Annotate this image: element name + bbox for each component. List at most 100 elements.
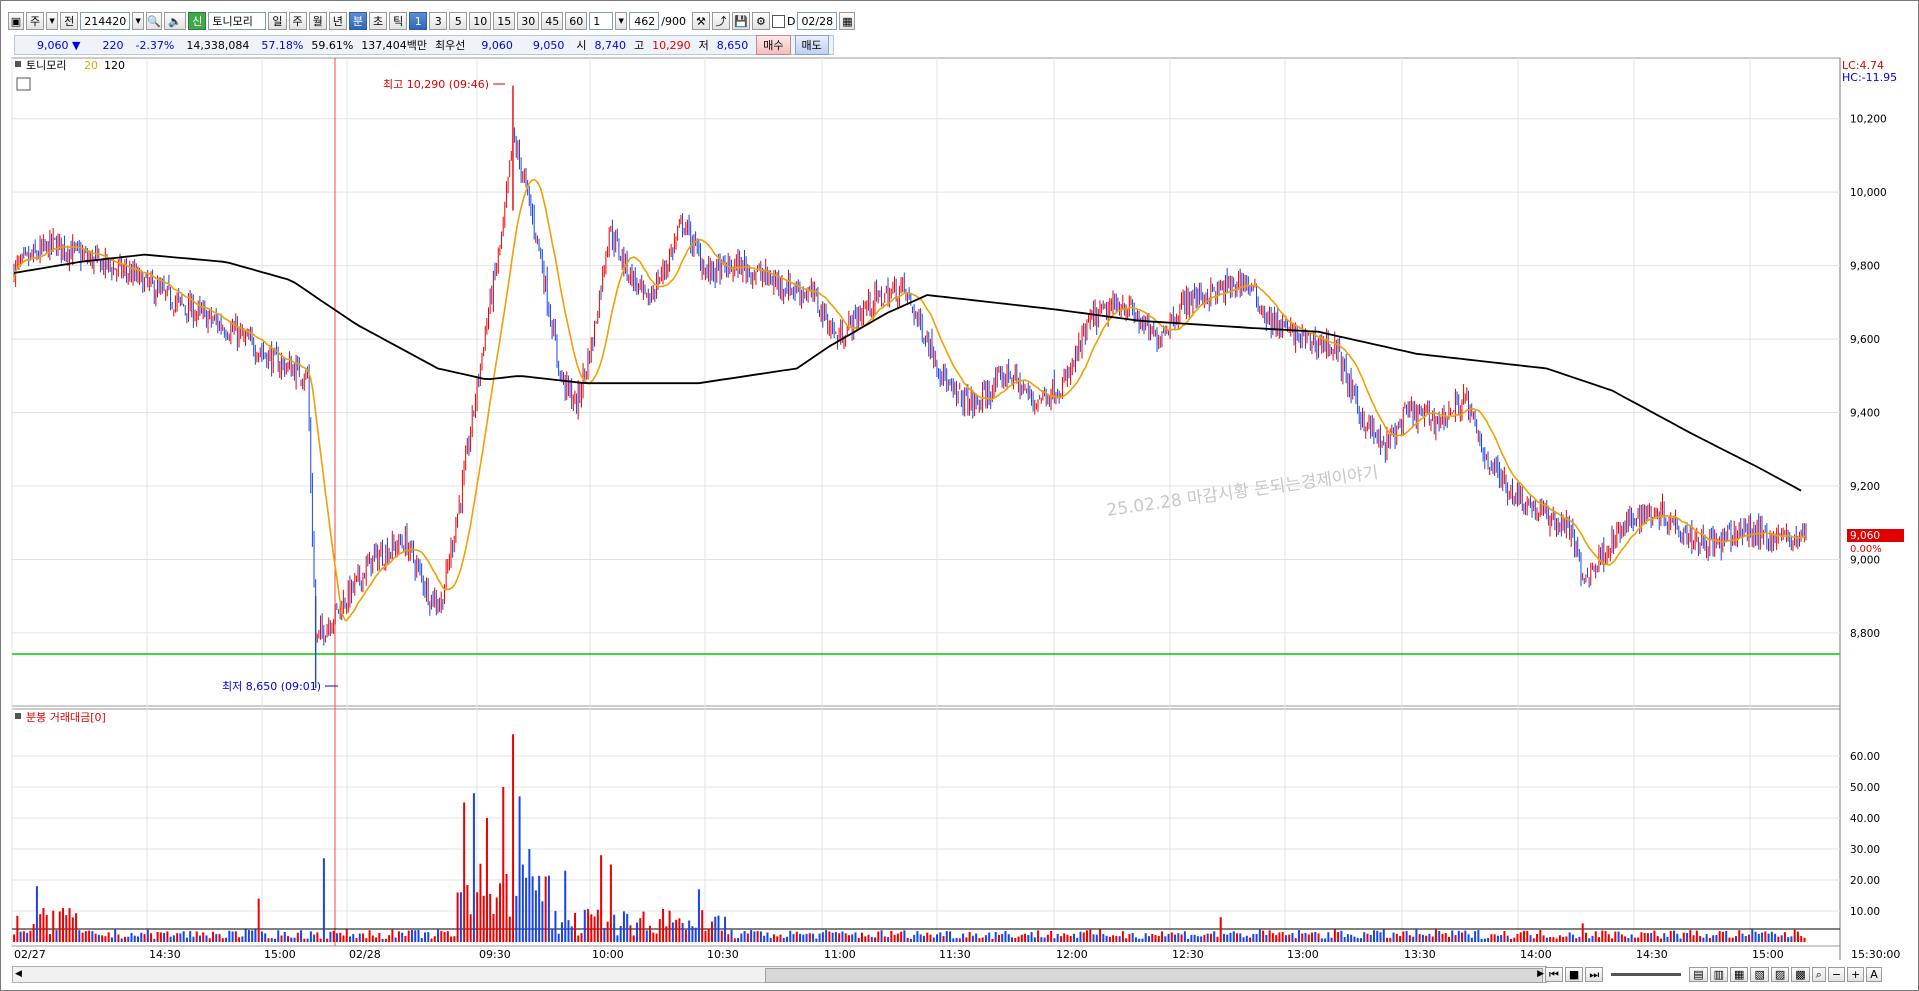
volume-bar — [499, 883, 502, 942]
volume-bar — [834, 931, 837, 942]
volume-bar — [1004, 931, 1007, 942]
panel-menu-icon[interactable] — [15, 713, 21, 719]
volume-bar — [1099, 929, 1102, 942]
font-icon[interactable]: A — [1866, 967, 1882, 982]
volume-bar — [1092, 934, 1095, 942]
stop-icon[interactable]: ■ — [1564, 967, 1584, 982]
volume-bar — [1222, 933, 1225, 942]
volume-bar — [508, 916, 511, 942]
volume-bar — [864, 936, 867, 942]
volume-bar — [1767, 933, 1770, 942]
tool-icon[interactable]: ▤ — [1689, 967, 1708, 982]
volume-bar — [1392, 932, 1395, 942]
tool-icon[interactable]: ▧ — [1750, 967, 1769, 982]
volume-bar — [35, 886, 38, 942]
volume-bar — [841, 931, 844, 942]
volume-bar — [137, 936, 140, 942]
volume-bar — [551, 929, 554, 942]
scroll-left-icon[interactable]: ◀ — [15, 969, 22, 979]
volume-bar — [159, 932, 162, 942]
volume-bar — [1190, 934, 1193, 942]
volume-bar — [1454, 935, 1457, 942]
volume-bar — [975, 933, 978, 942]
volume-bar — [1131, 932, 1134, 942]
volume-bar — [714, 916, 717, 942]
price-tick-label: 10,000 — [1850, 187, 1887, 199]
zoom-icon[interactable]: ⌕ — [1811, 967, 1826, 982]
zoom-slider[interactable] — [1611, 973, 1682, 976]
volume-bar — [1046, 934, 1049, 942]
volume-bar — [280, 935, 283, 942]
high-marker: 최고 10,290 (09:46) — [383, 78, 489, 91]
volume-bar — [1571, 934, 1574, 942]
horizontal-scrollbar[interactable]: ◀ ▶ — [12, 966, 1547, 983]
volume-bar — [437, 929, 440, 942]
volume-bar — [652, 932, 655, 942]
time-tick-label: 14:30 — [149, 948, 181, 961]
volume-bar — [1281, 932, 1284, 942]
volume-bar — [244, 929, 247, 942]
volume-bar — [391, 929, 394, 942]
calendar-icon[interactable] — [16, 77, 31, 91]
first-icon[interactable]: ⏮ — [1545, 967, 1563, 982]
volume-bar — [1506, 935, 1509, 942]
tool-icon[interactable]: ▩ — [1791, 967, 1810, 982]
volume-bar — [1793, 929, 1796, 942]
volume-bar — [1033, 937, 1036, 942]
tool-icon[interactable]: ▨ — [1770, 967, 1790, 982]
last-icon[interactable]: ⏭ — [1585, 967, 1604, 982]
volume-bar — [326, 938, 329, 942]
volume-bar — [531, 876, 534, 942]
volume-bar — [730, 929, 733, 942]
time-tick-label: 09:30 — [479, 948, 511, 961]
minus-icon[interactable]: − — [1827, 967, 1846, 982]
volume-bar — [665, 926, 668, 942]
volume-bar — [1027, 935, 1030, 942]
tool-icon[interactable]: ▥ — [1709, 967, 1729, 982]
volume-bar — [150, 933, 153, 942]
volume-bar — [348, 936, 351, 942]
volume-bar — [874, 937, 877, 942]
volume-bar — [753, 931, 756, 942]
volume-bar — [1056, 933, 1059, 942]
volume-bar — [1444, 932, 1447, 942]
volume-bar — [906, 937, 909, 942]
scroll-thumb[interactable] — [765, 968, 1543, 983]
plus-icon[interactable]: + — [1847, 967, 1865, 982]
volume-bar — [1581, 923, 1584, 942]
volume-bar — [1011, 937, 1014, 942]
volume-bar — [512, 734, 515, 942]
volume-bar — [84, 931, 87, 942]
panel-menu-icon[interactable] — [15, 61, 21, 67]
volume-bar — [1728, 937, 1731, 942]
volume-bar — [215, 934, 218, 942]
volume-bar — [1167, 933, 1170, 942]
volume-bar — [1516, 933, 1519, 942]
volume-bar — [710, 921, 713, 942]
volume-bar — [329, 931, 332, 942]
volume-bar — [1141, 938, 1144, 942]
volume-bar — [1359, 938, 1362, 942]
volume-bar — [1076, 937, 1079, 942]
volume-bar — [978, 938, 981, 942]
volume-bar — [459, 892, 462, 942]
volume-bar — [1072, 933, 1075, 942]
volume-bar — [1598, 937, 1601, 942]
volume-bar — [831, 932, 834, 942]
price-volume-chart[interactable]: 25.02.28 마감시황 돈되는경제이야기 8,8009,0009,2009,… — [0, 0, 1919, 991]
scroll-right-icon[interactable]: ▶ — [1537, 969, 1544, 979]
volume-bar — [955, 937, 958, 942]
end-time-label: 15:30:00 — [1851, 948, 1900, 961]
price-legend: 토니모리 — [26, 59, 66, 72]
volume-bar — [1457, 930, 1460, 942]
volume-bar — [172, 935, 175, 942]
volume-bar — [75, 913, 78, 942]
volume-bar — [916, 931, 919, 942]
volume-bar — [433, 936, 436, 942]
volume-bar — [1213, 931, 1216, 942]
volume-bar — [1350, 934, 1353, 942]
volume-bar — [518, 796, 521, 942]
volume-bar — [1513, 937, 1516, 942]
volume-bar — [1183, 931, 1186, 942]
tool-icon[interactable]: ▦ — [1730, 967, 1749, 982]
